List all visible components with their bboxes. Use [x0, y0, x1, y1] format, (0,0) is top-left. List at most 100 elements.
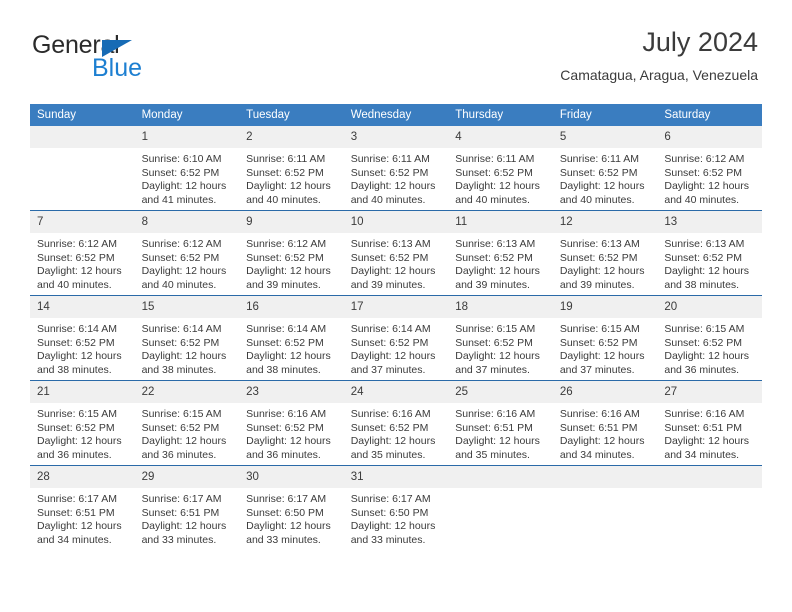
day-cell[interactable]: 28 Sunrise: 6:17 AM Sunset: 6:51 PM Dayl…	[30, 465, 135, 550]
day-details	[553, 488, 658, 503]
calendar-body: 1 Sunrise: 6:10 AM Sunset: 6:52 PM Dayli…	[30, 126, 762, 550]
day-cell[interactable]: 16 Sunrise: 6:14 AM Sunset: 6:52 PM Dayl…	[239, 295, 344, 381]
sunset-text: Sunset: 6:52 PM	[350, 166, 429, 179]
weekday-header-tuesday: Tuesday	[239, 104, 344, 126]
weekday-header-friday: Friday	[552, 104, 658, 126]
day-number	[448, 466, 553, 488]
sunset-text: Sunset: 6:52 PM	[559, 251, 638, 264]
sunset-text: Sunset: 6:52 PM	[455, 166, 533, 179]
daylight-text-line1: Daylight: 12 hours	[141, 265, 227, 278]
daylight-text-line2: and 40 minutes.	[37, 278, 112, 291]
day-cell[interactable]: 19 Sunrise: 6:15 AM Sunset: 6:52 PM Dayl…	[552, 295, 658, 381]
daylight-text-line2: and 34 minutes.	[559, 448, 635, 461]
day-cell[interactable]: 17 Sunrise: 6:14 AM Sunset: 6:52 PM Dayl…	[343, 295, 449, 381]
sunset-text: Sunset: 6:51 PM	[37, 506, 115, 519]
day-cell[interactable]: 18 Sunrise: 6:15 AM Sunset: 6:52 PM Dayl…	[448, 295, 553, 381]
week-row: 14 Sunrise: 6:14 AM Sunset: 6:52 PM Dayl…	[30, 295, 762, 381]
day-cell[interactable]	[30, 126, 135, 211]
daylight-text-line1: Daylight: 12 hours	[350, 520, 436, 533]
day-number: 5	[552, 126, 658, 148]
title-block: July 2024 Camatagua, Aragua, Venezuela	[560, 26, 758, 85]
daylight-text-line1: Daylight: 12 hours	[141, 350, 227, 363]
day-number: 12	[552, 211, 658, 233]
day-details: Sunrise: 6:11 AM Sunset: 6:52 PM Dayligh…	[239, 148, 344, 207]
day-cell[interactable]: 1 Sunrise: 6:10 AM Sunset: 6:52 PM Dayli…	[134, 126, 240, 211]
day-cell[interactable]: 14 Sunrise: 6:14 AM Sunset: 6:52 PM Dayl…	[30, 295, 135, 381]
day-number: 17	[343, 296, 449, 318]
day-number: 22	[134, 381, 240, 403]
day-cell[interactable]: 25 Sunrise: 6:16 AM Sunset: 6:51 PM Dayl…	[448, 380, 553, 466]
daylight-text-line1: Daylight: 12 hours	[559, 435, 645, 448]
daylight-text-line2: and 34 minutes.	[664, 448, 740, 461]
daylight-text-line1: Daylight: 12 hours	[455, 350, 540, 363]
day-cell[interactable]: 11 Sunrise: 6:13 AM Sunset: 6:52 PM Dayl…	[448, 210, 553, 296]
daylight-text-line2: and 36 minutes.	[37, 448, 112, 461]
day-cell[interactable]: 21 Sunrise: 6:15 AM Sunset: 6:52 PM Dayl…	[30, 380, 135, 466]
day-cell[interactable]: 6 Sunrise: 6:12 AM Sunset: 6:52 PM Dayli…	[657, 126, 762, 211]
sunrise-text: Sunrise: 6:14 AM	[246, 323, 327, 335]
daylight-text-line1: Daylight: 12 hours	[664, 350, 750, 363]
day-number: 25	[448, 381, 553, 403]
day-cell[interactable]: 8 Sunrise: 6:12 AM Sunset: 6:52 PM Dayli…	[134, 210, 240, 296]
daylight-text-line2: and 40 minutes.	[246, 193, 321, 206]
day-cell[interactable]	[552, 465, 658, 550]
day-cell[interactable]	[657, 465, 762, 550]
day-number: 3	[343, 126, 449, 148]
week-row: 21 Sunrise: 6:15 AM Sunset: 6:52 PM Dayl…	[30, 380, 762, 466]
day-cell[interactable]: 9 Sunrise: 6:12 AM Sunset: 6:52 PM Dayli…	[239, 210, 344, 296]
day-cell[interactable]: 26 Sunrise: 6:16 AM Sunset: 6:51 PM Dayl…	[552, 380, 658, 466]
daylight-text-line2: and 40 minutes.	[455, 193, 530, 206]
daylight-text-line2: and 39 minutes.	[559, 278, 635, 291]
calendar-page: General Blue July 2024 Camatagua, Aragua…	[0, 0, 792, 612]
sunrise-text: Sunrise: 6:15 AM	[664, 323, 745, 335]
day-number: 7	[30, 211, 135, 233]
sunrise-text: Sunrise: 6:15 AM	[455, 323, 536, 335]
day-details: Sunrise: 6:17 AM Sunset: 6:50 PM Dayligh…	[344, 488, 449, 547]
day-details: Sunrise: 6:16 AM Sunset: 6:51 PM Dayligh…	[448, 403, 553, 462]
day-number	[30, 126, 135, 148]
sunset-text: Sunset: 6:51 PM	[664, 421, 743, 434]
day-number: 21	[30, 381, 135, 403]
daylight-text-line1: Daylight: 12 hours	[141, 520, 227, 533]
sunset-text: Sunset: 6:52 PM	[664, 336, 743, 349]
day-cell[interactable]: 30 Sunrise: 6:17 AM Sunset: 6:50 PM Dayl…	[239, 465, 344, 550]
day-cell[interactable]: 15 Sunrise: 6:14 AM Sunset: 6:52 PM Dayl…	[134, 295, 240, 381]
daylight-text-line2: and 40 minutes.	[559, 193, 635, 206]
day-details: Sunrise: 6:16 AM Sunset: 6:52 PM Dayligh…	[344, 403, 449, 462]
day-cell[interactable]: 10 Sunrise: 6:13 AM Sunset: 6:52 PM Dayl…	[343, 210, 449, 296]
sunrise-text: Sunrise: 6:16 AM	[455, 408, 536, 420]
day-number: 6	[657, 126, 762, 148]
day-details: Sunrise: 6:10 AM Sunset: 6:52 PM Dayligh…	[135, 148, 240, 207]
day-cell[interactable]: 27 Sunrise: 6:16 AM Sunset: 6:51 PM Dayl…	[657, 380, 762, 466]
daylight-text-line1: Daylight: 12 hours	[350, 435, 436, 448]
daylight-text-line2: and 38 minutes.	[141, 363, 217, 376]
day-cell[interactable]: 2 Sunrise: 6:11 AM Sunset: 6:52 PM Dayli…	[239, 126, 344, 211]
sunset-text: Sunset: 6:52 PM	[141, 166, 220, 179]
day-cell[interactable]: 20 Sunrise: 6:15 AM Sunset: 6:52 PM Dayl…	[657, 295, 762, 381]
day-cell[interactable]: 23 Sunrise: 6:16 AM Sunset: 6:52 PM Dayl…	[239, 380, 344, 466]
day-cell[interactable]: 3 Sunrise: 6:11 AM Sunset: 6:52 PM Dayli…	[343, 126, 449, 211]
day-details: Sunrise: 6:12 AM Sunset: 6:52 PM Dayligh…	[657, 148, 762, 207]
day-cell[interactable]: 29 Sunrise: 6:17 AM Sunset: 6:51 PM Dayl…	[134, 465, 240, 550]
day-cell[interactable]: 24 Sunrise: 6:16 AM Sunset: 6:52 PM Dayl…	[343, 380, 449, 466]
sunset-text: Sunset: 6:52 PM	[455, 336, 533, 349]
daylight-text-line2: and 39 minutes.	[455, 278, 530, 291]
day-cell[interactable]: 22 Sunrise: 6:15 AM Sunset: 6:52 PM Dayl…	[134, 380, 240, 466]
sunrise-text: Sunrise: 6:17 AM	[141, 493, 222, 505]
daylight-text-line2: and 37 minutes.	[455, 363, 530, 376]
day-cell[interactable]: 4 Sunrise: 6:11 AM Sunset: 6:52 PM Dayli…	[448, 126, 553, 211]
day-cell[interactable]: 5 Sunrise: 6:11 AM Sunset: 6:52 PM Dayli…	[552, 126, 658, 211]
daylight-text-line1: Daylight: 12 hours	[141, 180, 227, 193]
day-number: 29	[134, 466, 240, 488]
day-cell[interactable]	[448, 465, 553, 550]
daylight-text-line1: Daylight: 12 hours	[37, 265, 122, 278]
day-cell[interactable]: 12 Sunrise: 6:13 AM Sunset: 6:52 PM Dayl…	[552, 210, 658, 296]
sunset-text: Sunset: 6:52 PM	[37, 421, 115, 434]
day-cell[interactable]: 31 Sunrise: 6:17 AM Sunset: 6:50 PM Dayl…	[343, 465, 449, 550]
day-cell[interactable]: 7 Sunrise: 6:12 AM Sunset: 6:52 PM Dayli…	[30, 210, 135, 296]
day-cell[interactable]: 13 Sunrise: 6:13 AM Sunset: 6:52 PM Dayl…	[657, 210, 762, 296]
daylight-text-line2: and 33 minutes.	[350, 533, 426, 546]
sunrise-text: Sunrise: 6:12 AM	[664, 153, 745, 165]
daylight-text-line1: Daylight: 12 hours	[350, 265, 436, 278]
day-details: Sunrise: 6:13 AM Sunset: 6:52 PM Dayligh…	[657, 233, 762, 292]
